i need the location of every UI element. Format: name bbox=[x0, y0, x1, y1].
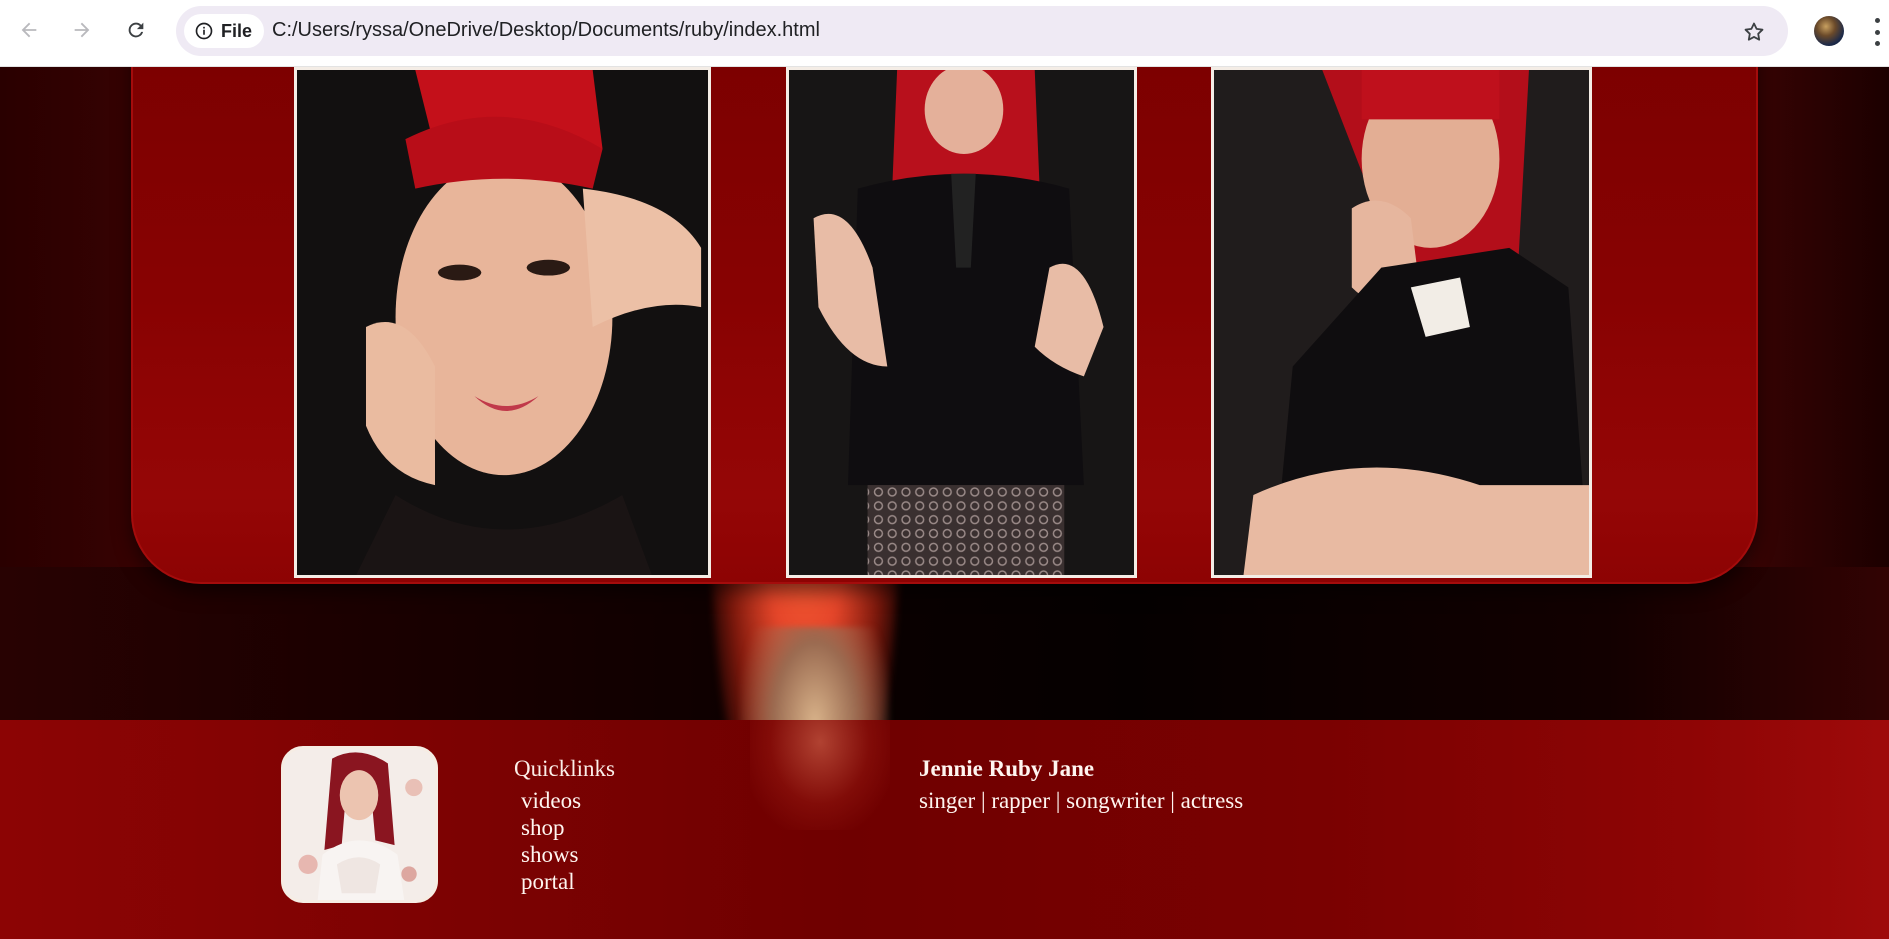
footer-profile-image bbox=[281, 746, 438, 903]
forward-arrow-icon bbox=[74, 22, 90, 38]
browser-toolbar: File C:/Users/ryssa/OneDrive/Desktop/Doc… bbox=[0, 0, 1889, 67]
photo-black-outfit-seated-image bbox=[789, 70, 1134, 575]
more-menu-icon[interactable] bbox=[1872, 18, 1882, 46]
quicklinks-title: Quicklinks bbox=[514, 756, 615, 781]
address-bar[interactable]: File C:/Users/ryssa/OneDrive/Desktop/Doc… bbox=[176, 6, 1788, 56]
quicklink-portal[interactable]: portal bbox=[521, 868, 615, 895]
star-icon bbox=[1744, 22, 1764, 41]
info-icon bbox=[195, 22, 213, 40]
footer-profile-image-art bbox=[284, 749, 435, 900]
quicklink-videos[interactable]: videos bbox=[521, 787, 615, 814]
url-text[interactable]: C:/Users/ryssa/OneDrive/Desktop/Document… bbox=[272, 19, 820, 42]
photo-face-hands[interactable] bbox=[294, 67, 711, 578]
artist-bio: Jennie Ruby Jane singer | rapper | songw… bbox=[919, 756, 1243, 814]
bookmark-button[interactable] bbox=[1736, 14, 1772, 50]
artist-name: Jennie Ruby Jane bbox=[919, 756, 1095, 781]
reload-icon bbox=[128, 22, 144, 38]
artist-roles: singer | rapper | songwriter | actress bbox=[919, 788, 1244, 813]
back-arrow-icon bbox=[21, 22, 37, 38]
background-dark-band bbox=[0, 567, 1889, 720]
forward-button[interactable] bbox=[66, 14, 98, 46]
site-info-chip[interactable]: File bbox=[184, 14, 265, 48]
back-button[interactable] bbox=[13, 14, 45, 46]
profile-avatar[interactable] bbox=[1814, 16, 1844, 46]
quicklink-shop[interactable]: shop bbox=[521, 814, 615, 841]
photo-hand-on-chin[interactable] bbox=[1211, 67, 1592, 578]
site-footer: Quicklinks videos shop shows portal Jenn… bbox=[0, 720, 1889, 939]
reload-button[interactable] bbox=[120, 14, 152, 46]
site-chip-label: File bbox=[221, 20, 253, 41]
photo-face-hands-image bbox=[297, 70, 708, 575]
footer-floral-shape bbox=[750, 720, 890, 830]
quicklink-shows[interactable]: shows bbox=[521, 841, 615, 868]
photo-black-outfit-seated[interactable] bbox=[786, 67, 1137, 578]
photo-hand-on-chin-image bbox=[1214, 70, 1589, 575]
quicklinks-section: Quicklinks videos shop shows portal bbox=[514, 756, 615, 895]
page-viewport: Quicklinks videos shop shows portal Jenn… bbox=[0, 67, 1889, 939]
gallery-card bbox=[131, 67, 1758, 584]
